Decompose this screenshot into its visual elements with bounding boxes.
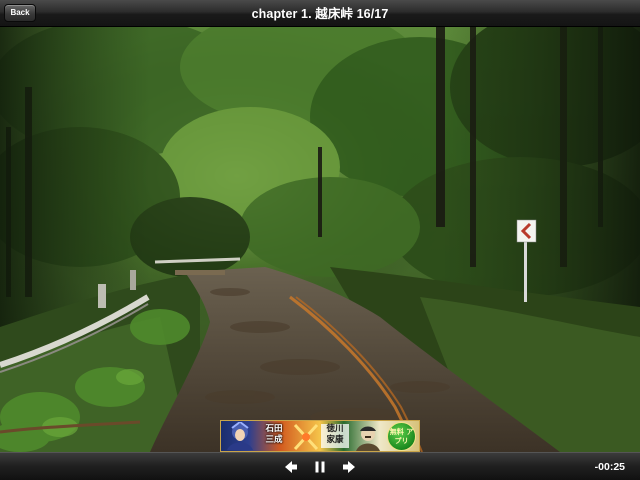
ad-left-name: 石田 三成 [265, 424, 283, 445]
app-window: Back chapter 1. 越床峠 16/17 石田 三成 徳川 家康 無料… [0, 0, 640, 480]
page-title: chapter 1. 越床峠 16/17 [251, 7, 389, 21]
crossed-swords-icon [293, 423, 319, 451]
remaining-time: -00:25 [594, 461, 625, 473]
arrow-left-icon[interactable] [283, 459, 299, 475]
ad-right-name: 徳川 家康 [321, 424, 349, 448]
top-bar: Back chapter 1. 越床峠 16/17 [0, 0, 640, 27]
pause-icon[interactable] [312, 459, 328, 475]
warlord-figure-icon [356, 426, 380, 451]
free-app-badge: 無料 アプリ [387, 422, 416, 451]
warrior-figure-icon [227, 422, 253, 450]
ad-banner[interactable]: 石田 三成 徳川 家康 無料 アプリ [220, 420, 420, 452]
arrow-right-icon[interactable] [341, 459, 357, 475]
back-button[interactable]: Back [4, 4, 36, 22]
player-controls-bar: -00:25 [0, 452, 640, 480]
forest-road-photo [0, 27, 640, 452]
